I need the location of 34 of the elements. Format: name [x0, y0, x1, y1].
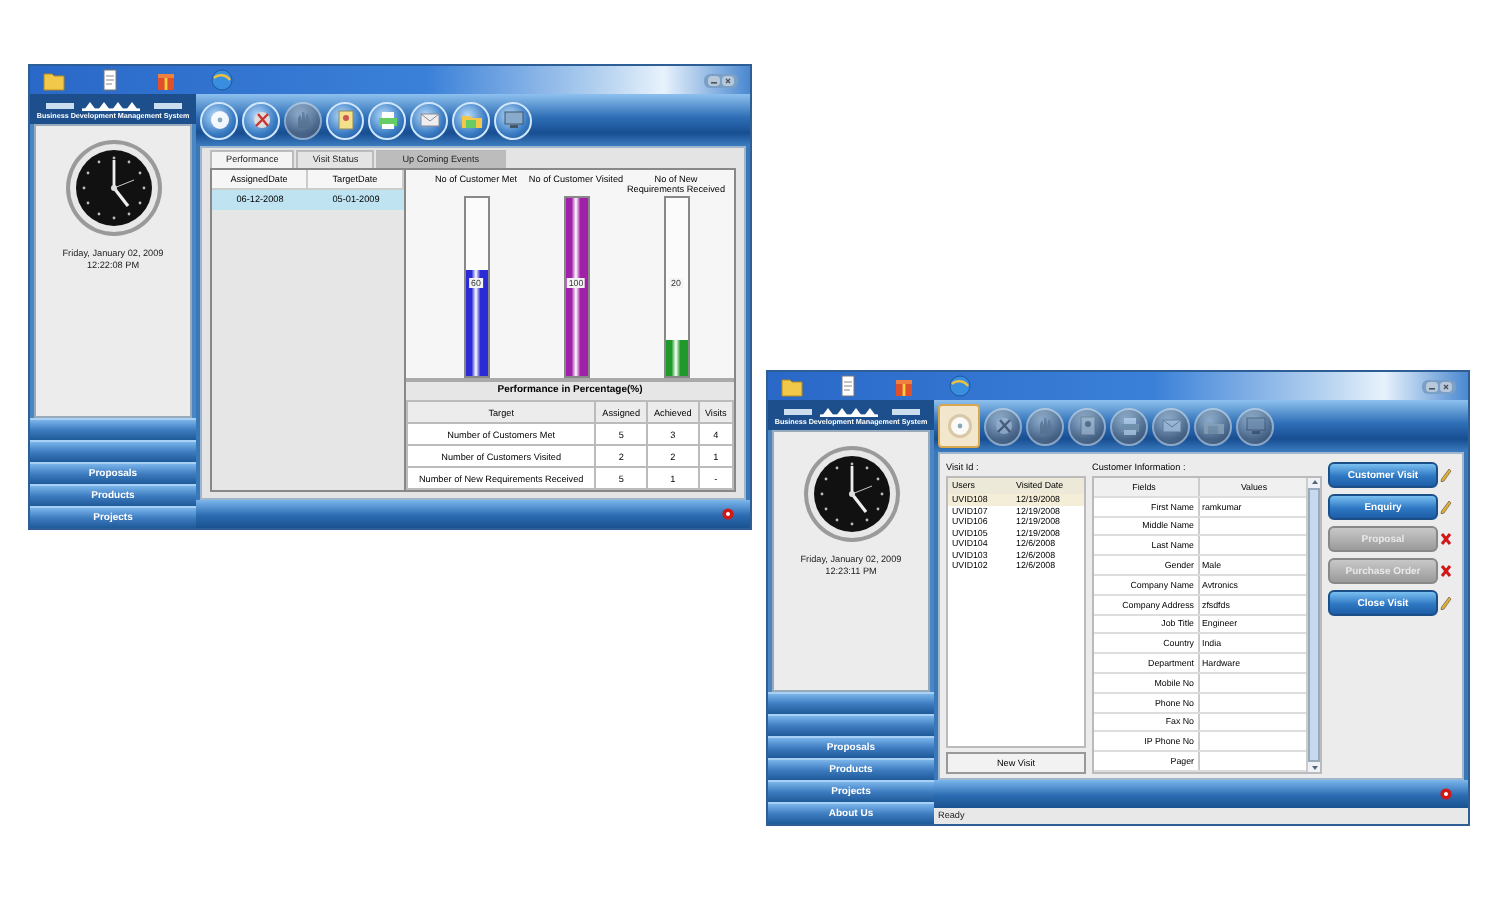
- exit-icon[interactable]: [1440, 788, 1452, 800]
- close-icon[interactable]: [722, 75, 734, 85]
- cross-icon: [1440, 532, 1452, 546]
- disc-icon: [207, 108, 231, 132]
- minimize-icon[interactable]: [708, 75, 720, 85]
- gift-icon[interactable]: [154, 68, 178, 92]
- logo-drawing: [43, 99, 183, 111]
- cross-icon: [1440, 564, 1452, 578]
- disc-icon: [947, 414, 971, 438]
- document-icon[interactable]: [98, 68, 122, 92]
- globe-icon[interactable]: [210, 68, 234, 92]
- menu-bar[interactable]: [30, 418, 196, 440]
- exit-icon[interactable]: [722, 508, 734, 520]
- clock-drawing: [801, 444, 901, 544]
- scroll-thumb[interactable]: [1308, 488, 1320, 762]
- envelope-icon: [417, 108, 441, 132]
- contacts-icon: [1075, 414, 1099, 438]
- printer-icon: [375, 108, 399, 132]
- close-icon[interactable]: [1440, 381, 1452, 391]
- clock-drawing: [63, 138, 163, 238]
- minimize-icon[interactable]: [1426, 381, 1438, 391]
- envelope-icon: [1159, 414, 1183, 438]
- printer-icon: [1117, 414, 1141, 438]
- menu-bar[interactable]: [768, 714, 934, 736]
- menu-bar[interactable]: [768, 692, 934, 714]
- document-icon[interactable]: [836, 374, 860, 398]
- scrollbar[interactable]: [1306, 478, 1320, 772]
- menu-bar[interactable]: [30, 440, 196, 462]
- gift-icon[interactable]: [892, 374, 916, 398]
- monitor-icon: [501, 108, 525, 132]
- globe-icon[interactable]: [948, 374, 972, 398]
- monitor-icon: [1243, 414, 1267, 438]
- contacts-icon: [333, 108, 357, 132]
- logo-drawing: [781, 405, 921, 417]
